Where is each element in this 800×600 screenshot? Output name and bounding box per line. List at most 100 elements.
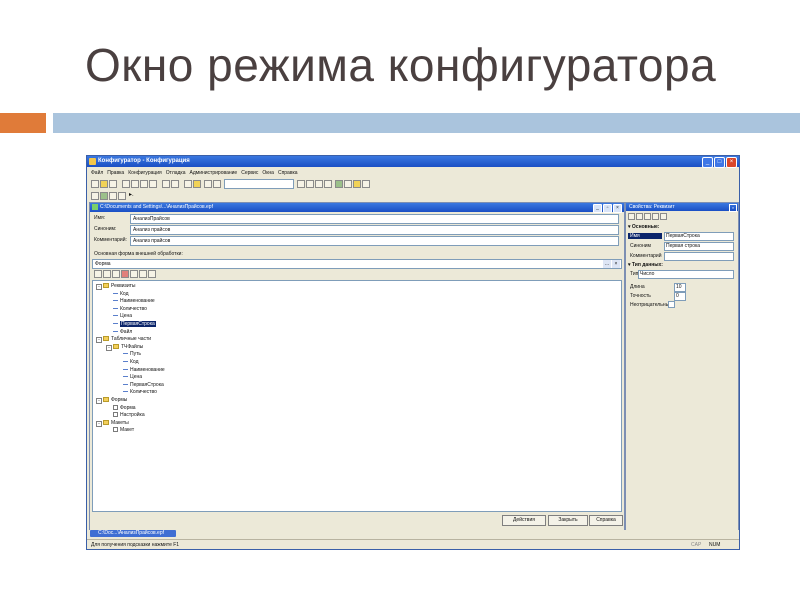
maximize-button[interactable]: □ — [714, 157, 725, 168]
sort-icon[interactable] — [148, 270, 156, 278]
search-replace-icon[interactable] — [204, 180, 212, 188]
inner-minimize-button[interactable]: _ — [593, 204, 602, 213]
tree-node[interactable]: Форма — [113, 404, 136, 412]
menu-configuration[interactable]: Конфигурация — [128, 170, 162, 176]
run-icon[interactable] — [335, 180, 343, 188]
tree-node[interactable]: Макет — [113, 427, 134, 434]
edit-icon[interactable] — [112, 270, 120, 278]
add-icon[interactable] — [94, 270, 102, 278]
dropdown-icon[interactable]: … — [603, 260, 611, 268]
save-icon[interactable] — [109, 180, 117, 188]
find-prev-icon[interactable] — [306, 180, 314, 188]
precision-input[interactable]: 0 — [674, 292, 686, 301]
inner-close-button[interactable]: × — [613, 204, 622, 213]
prop-comment-input[interactable] — [664, 252, 734, 261]
template-icon[interactable] — [118, 192, 126, 200]
debug-icon[interactable] — [344, 180, 352, 188]
tree-node[interactable]: Формы — [103, 397, 127, 404]
refresh-icon[interactable] — [324, 180, 332, 188]
main-form-combo[interactable]: Форма … × — [92, 259, 622, 269]
tree-toggle[interactable]: − — [96, 337, 102, 344]
new-icon[interactable] — [91, 180, 99, 188]
prop-name-input[interactable]: ПерваяСтрока — [664, 232, 734, 241]
config-icon[interactable] — [91, 192, 99, 200]
help-icon[interactable] — [362, 180, 370, 188]
find-next-icon[interactable] — [297, 180, 305, 188]
add-child-icon[interactable] — [103, 270, 111, 278]
inner-restore-button[interactable]: ▫ — [603, 204, 612, 213]
tree-toggle[interactable]: − — [96, 398, 102, 404]
tree-node[interactable]: Путь — [123, 351, 141, 358]
categories-icon[interactable] — [636, 213, 643, 220]
tree-node[interactable]: Наименование — [113, 298, 155, 305]
tree-node[interactable]: Код — [123, 359, 139, 366]
tree-node[interactable]: Наименование — [123, 367, 165, 374]
group-basic[interactable]: ▾ Основные: — [628, 224, 659, 230]
undo-icon[interactable] — [162, 180, 170, 188]
tree-node[interactable]: Файл — [113, 329, 132, 336]
tree-node[interactable]: ПерваяСтрока — [123, 382, 164, 389]
close-processing-button[interactable]: Закрыть — [548, 515, 588, 526]
synonym-input[interactable]: Анализ прайсов — [130, 225, 619, 235]
tree-node[interactable]: ПерваяСтрока — [113, 321, 156, 328]
delete-icon[interactable] — [149, 180, 157, 188]
tree-toggle[interactable]: − — [106, 344, 112, 351]
actions-button[interactable]: Действия — [502, 515, 546, 526]
menu-administration[interactable]: Администрирование — [190, 170, 238, 176]
tree-node[interactable]: Настройка — [113, 412, 145, 419]
redo-icon[interactable] — [171, 180, 179, 188]
paste-icon[interactable] — [140, 180, 148, 188]
tools-icon[interactable] — [353, 180, 361, 188]
sort-alpha-icon[interactable] — [628, 213, 635, 220]
menu-debug[interactable]: Отладка — [166, 170, 186, 176]
nonnegative-checkbox[interactable] — [668, 301, 675, 308]
group-type[interactable]: ▾ Тип данных: — [628, 262, 663, 268]
syntax-check-icon[interactable] — [315, 180, 323, 188]
menu-file[interactable]: Файл — [91, 170, 103, 176]
clear-icon[interactable]: × — [612, 260, 620, 268]
tree-node[interactable]: ТЧФайлы — [113, 343, 143, 351]
tree-node[interactable]: Количество — [113, 306, 147, 313]
tree-node[interactable]: Количество — [123, 389, 157, 396]
app-title: Конфигуратор - Конфигурация — [98, 158, 190, 164]
comment-input[interactable]: Анализ прайсов — [130, 236, 619, 246]
minimize-button[interactable]: _ — [702, 157, 713, 168]
tree-node[interactable]: Код — [113, 291, 129, 298]
tree-toggle[interactable]: − — [96, 284, 102, 290]
menu-help[interactable]: Справка — [278, 170, 298, 176]
tree-toggle[interactable]: − — [96, 420, 102, 427]
search-icon[interactable] — [213, 180, 221, 188]
tree-node[interactable]: Макеты — [103, 419, 129, 427]
move-down-icon[interactable] — [139, 270, 147, 278]
menu-edit[interactable]: Правка — [107, 170, 124, 176]
open-icon[interactable] — [100, 180, 108, 188]
filter-icon[interactable] — [644, 213, 651, 220]
tree-node[interactable]: Цена — [123, 374, 142, 381]
tree-node[interactable]: Реквизиты — [103, 283, 136, 290]
cut-icon[interactable] — [122, 180, 130, 188]
props-help-icon[interactable] — [660, 213, 667, 220]
toolbar-more[interactable]: ▸. — [129, 191, 134, 198]
form-icon[interactable] — [109, 192, 117, 200]
move-up-icon[interactable] — [130, 270, 138, 278]
binoculars-icon[interactable] — [193, 180, 201, 188]
length-input[interactable]: 10 — [674, 283, 686, 292]
prop-synonym-input[interactable]: Первая строка — [664, 242, 734, 251]
taskbar-item[interactable]: C:\Doc...\АнализПрайсов.epf — [90, 530, 176, 537]
menu-service[interactable]: Сервис — [241, 170, 258, 176]
type-select[interactable]: Число — [638, 270, 734, 279]
copy-icon[interactable] — [131, 180, 139, 188]
search-combo[interactable] — [224, 179, 294, 189]
delete-item-icon[interactable] — [121, 270, 129, 278]
find-icon[interactable] — [184, 180, 192, 188]
cap-indicator: CAP — [691, 542, 702, 548]
tree-node[interactable]: Цена — [113, 313, 132, 320]
name-input[interactable]: АнализПрайсов — [130, 214, 619, 224]
help-button[interactable]: Справка — [589, 515, 623, 526]
tree-node[interactable]: Табличные части — [103, 336, 151, 343]
close-button[interactable]: × — [726, 157, 737, 168]
properties-close-icon[interactable]: × — [729, 204, 737, 212]
menu-windows[interactable]: Окна — [262, 170, 274, 176]
module-icon[interactable] — [100, 192, 108, 200]
pin-icon[interactable] — [652, 213, 659, 220]
